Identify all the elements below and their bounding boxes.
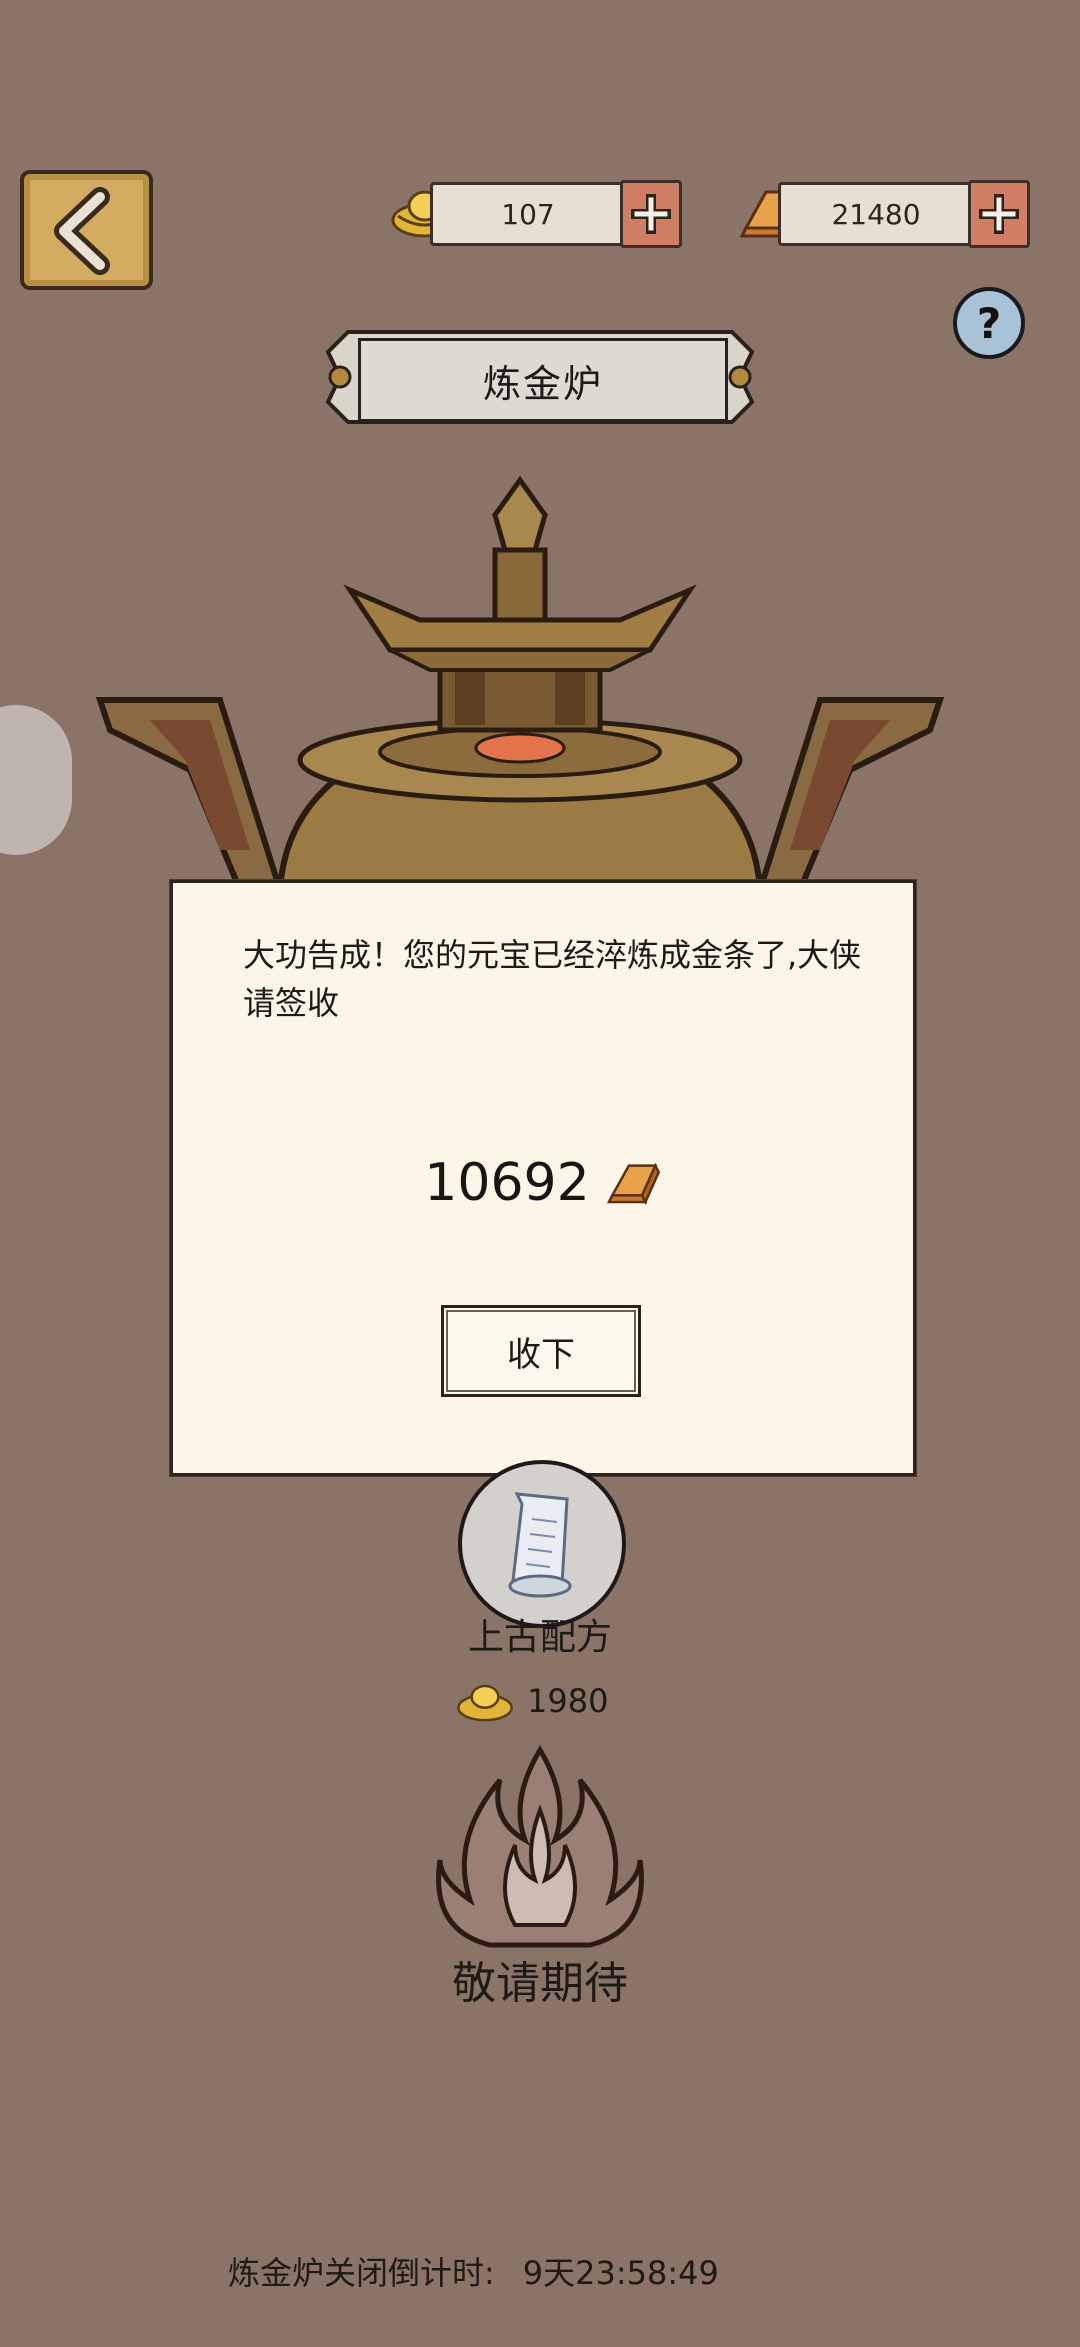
coming-soon-label: 敬请期待 [452,1958,628,2009]
back-button[interactable] [20,170,153,290]
page-title: 炼金炉 [358,338,728,422]
scroll-icon [508,1492,572,1598]
add-gold-bar-button[interactable] [968,180,1030,248]
add-yuanbao-button[interactable] [620,180,682,248]
question-icon: ? [976,298,1002,348]
title-plate: 炼金炉 [318,322,762,432]
reward-amount: 10692 [424,1153,590,1213]
gold-bar-value: 21480 [831,197,921,231]
recipe-label: 上古配方 [467,1617,612,1658]
plus-icon [979,194,1019,234]
countdown-value: 9天23:58:49 [522,2254,719,2292]
help-button[interactable]: ? [953,287,1025,359]
yuanbao-value: 107 [501,197,555,231]
flame-icon [436,1745,644,1948]
dialog-message: 大功告成！您的元宝已经淬炼成金条了,大侠请签收 [243,936,862,1022]
alchemy-furnace-illustration [95,475,945,890]
reward-row: 10692 [173,1153,913,1213]
ancient-recipe-button[interactable] [458,1460,626,1628]
side-drawer-tab[interactable] [0,705,72,855]
gold-bar-icon [606,1162,660,1205]
recipe-cost: 1980 [527,1682,609,1720]
countdown-label: 炼金炉关闭倒计时: [228,2254,495,2292]
accept-button[interactable]: 收下 [441,1305,641,1397]
recipe-cost-row: 1980 [455,1676,608,1726]
chevron-left-icon [53,187,110,275]
plus-icon [631,194,671,234]
gold-ingot-icon [457,1684,513,1722]
yuanbao-count: 107 [430,182,626,246]
close-countdown: 炼金炉关闭倒计时: 9天23:58:49 [228,2248,719,2294]
reward-dialog: 大功告成！您的元宝已经淬炼成金条了,大侠请签收 10692 收下 [170,880,916,1476]
gold-bar-count: 21480 [778,182,974,246]
